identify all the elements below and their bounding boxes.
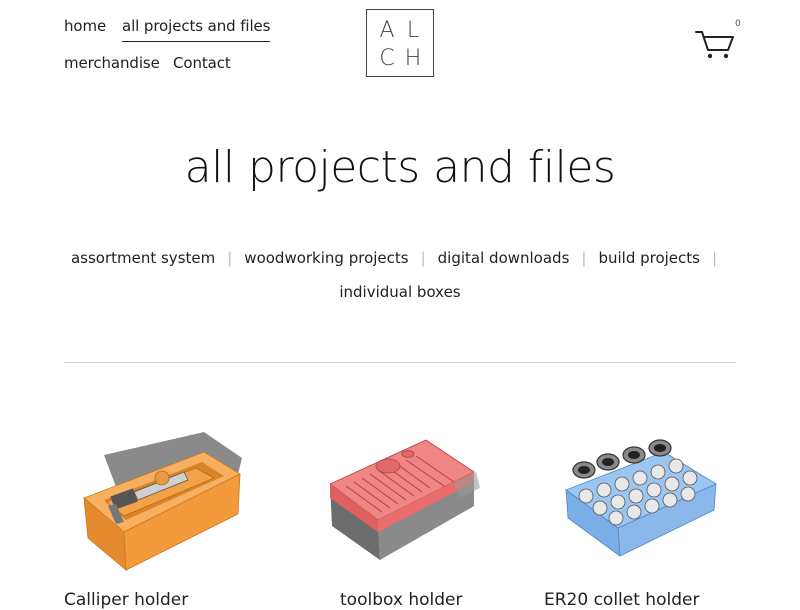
category-separator: | <box>711 249 718 267</box>
logo-letter-a: A <box>379 18 395 43</box>
category-individual-boxes[interactable]: individual boxes <box>339 283 460 301</box>
logo-letter-h: H <box>404 46 422 71</box>
category-assortment-system[interactable]: assortment system <box>71 249 215 267</box>
nav-all-projects[interactable]: all projects and files <box>122 17 270 42</box>
product-card[interactable]: toolbox holder <box>304 420 514 610</box>
category-separator: | <box>581 249 587 267</box>
product-title[interactable]: toolbox holder <box>340 590 462 610</box>
product-card[interactable]: ER20 collet holder <box>544 420 754 610</box>
category-digital-downloads[interactable]: digital downloads <box>438 249 570 267</box>
product-title[interactable]: Calliper holder <box>64 590 188 610</box>
product-card[interactable]: Calliper holder <box>64 420 274 610</box>
page-title: all projects and files <box>184 142 616 193</box>
category-separator: | <box>420 249 426 267</box>
product-title[interactable]: ER20 collet holder <box>544 590 699 610</box>
logo-letter-c: C <box>379 46 395 71</box>
product-image-toolbox-holder <box>329 439 480 560</box>
section-divider <box>64 362 736 363</box>
category-woodworking-projects[interactable]: woodworking projects <box>244 249 408 267</box>
product-image-er20-collet-holder <box>565 439 717 557</box>
category-row-2: individual boxes <box>0 283 800 301</box>
product-image-caliper-holder <box>83 432 242 571</box>
nav-home[interactable]: home <box>64 17 106 35</box>
category-build-projects[interactable]: build projects <box>598 249 700 267</box>
site-logo[interactable]: A L C H <box>366 9 434 77</box>
category-separator: | <box>227 249 233 267</box>
nav-contact[interactable]: Contact <box>173 54 231 72</box>
category-row-1: assortment system | woodworking projects | d… <box>0 249 800 267</box>
cart-count-badge: 0 <box>735 19 741 29</box>
cart-icon[interactable] <box>694 28 736 62</box>
logo-letter-l: L <box>406 18 420 43</box>
nav-merchandise[interactable]: merchandise <box>64 54 160 72</box>
